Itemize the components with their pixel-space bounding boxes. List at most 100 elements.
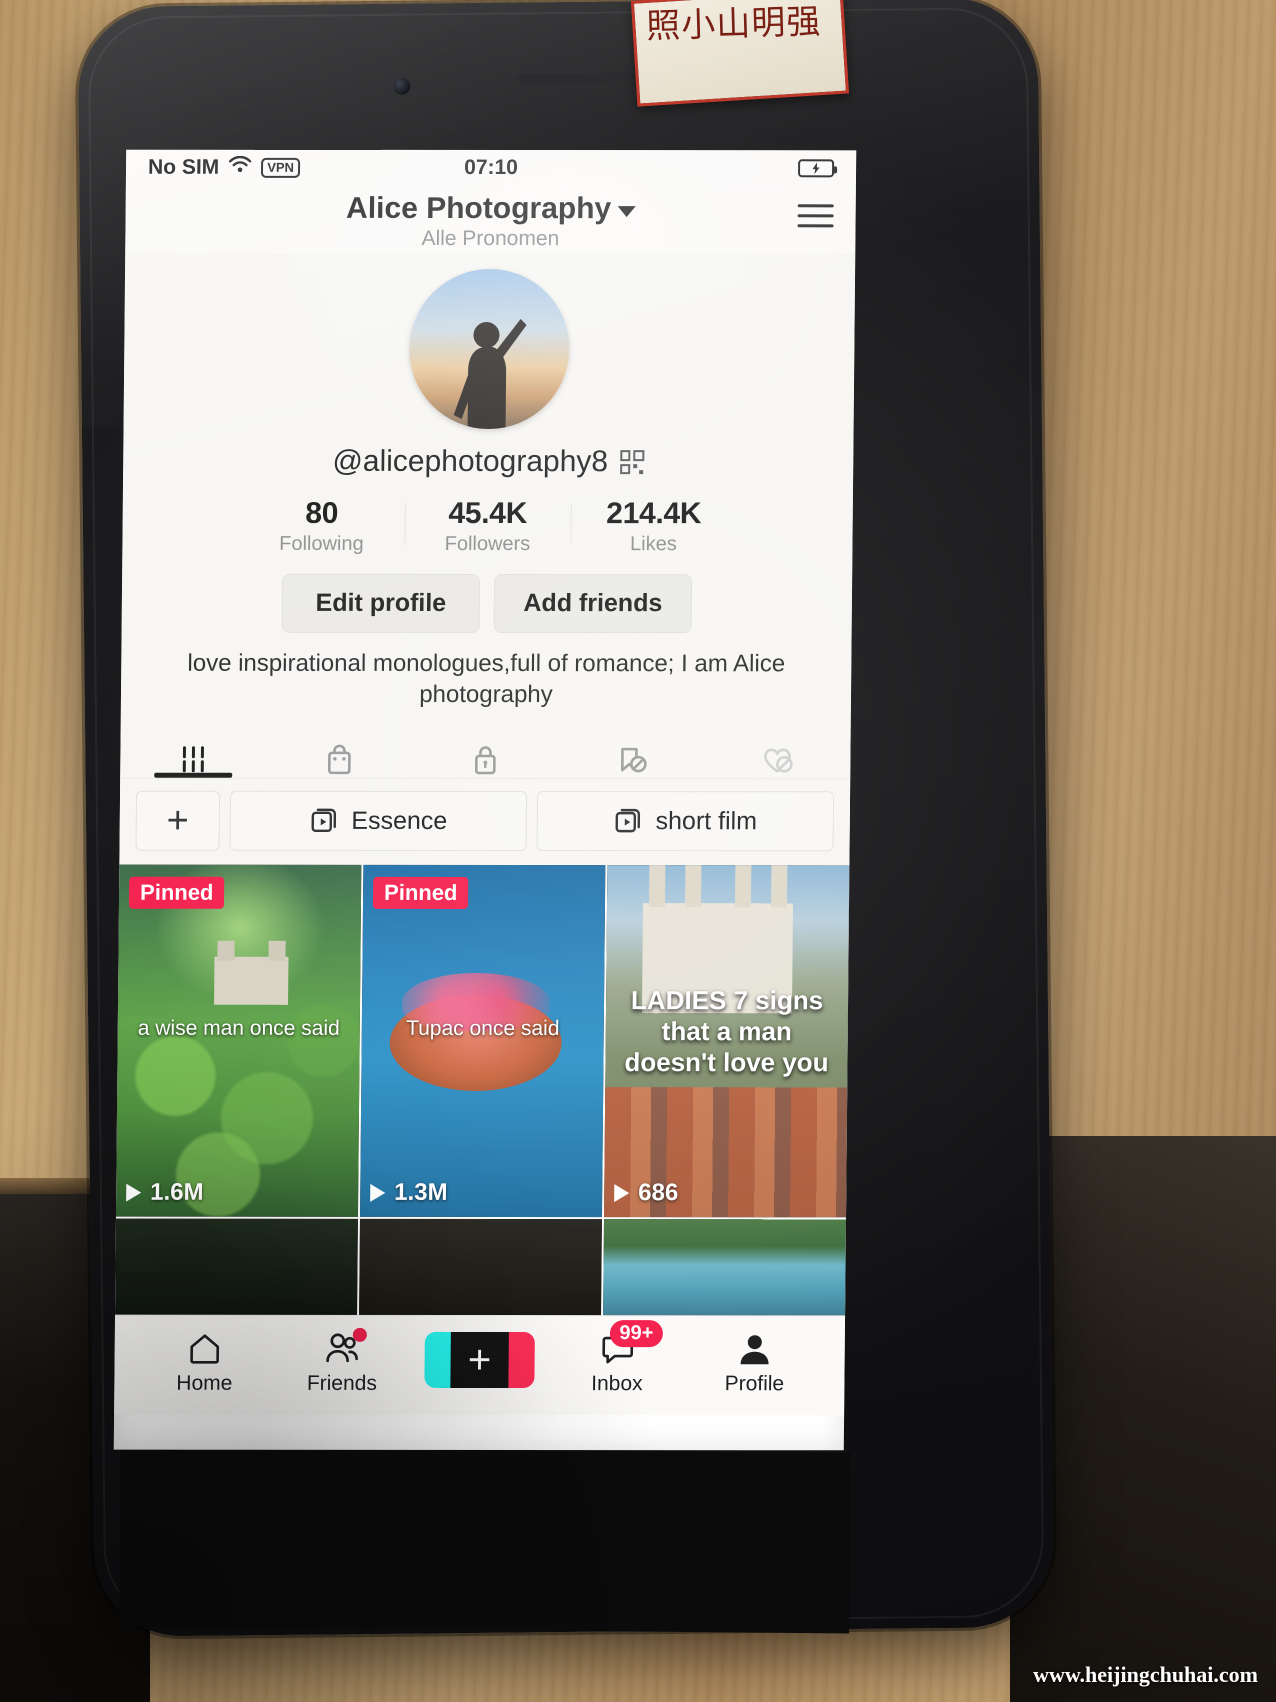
nav-item-home[interactable]: Home [140,1330,269,1396]
status-bar-left: No SIM VPN [147,155,301,180]
content-tabbar [120,732,851,780]
video-cell[interactable] [359,1219,602,1316]
playlist-short-film[interactable]: short film [536,791,835,852]
wifi-icon [228,155,252,180]
tab-active-underline [154,773,233,779]
header-title-wrap[interactable]: Alice Photography [125,192,855,227]
video-cell[interactable]: LADIES 7 signs that a man doesn't love y… [603,865,850,1218]
playlist-label: Essence [351,806,448,835]
stat-label: Likes [629,533,677,556]
play-icon [614,1184,630,1203]
front-camera [393,77,411,95]
nav-item-profile[interactable]: Profile [690,1331,819,1397]
status-bar-right [797,159,835,178]
username-handle[interactable]: @alicephotography8 [332,445,608,479]
video-views: 1.6M [126,1179,204,1207]
stat-label: Following [279,532,364,555]
play-icon [126,1184,142,1203]
shopping-bag-icon [327,745,351,775]
profile-icon [740,1335,769,1365]
nav-label: Inbox [591,1372,643,1396]
stat-value: 45.4K [448,496,528,531]
scene: 照小山明强 No SIM VPN 07:10 Alice Photography… [0,0,1276,1702]
battery-charging-icon [797,159,835,178]
nav-item-create[interactable]: + [415,1330,544,1389]
stat-following[interactable]: 80 Following [238,497,405,556]
chevron-down-icon[interactable] [617,206,636,218]
stats-row: 80 Following 45.4K Followers 214.4K Like… [122,497,853,557]
video-views: 686 [614,1180,678,1208]
video-cell[interactable]: Pinned a wise man once said 1.6M [115,865,362,1218]
hamburger-menu-icon[interactable] [797,204,834,228]
thumbnail-art [115,1219,358,1316]
view-count: 1.6M [150,1179,204,1207]
lock-icon [474,746,496,775]
stat-value: 80 [305,496,339,530]
video-caption: LADIES 7 signs that a man doesn't love y… [624,985,829,1078]
pronouns-label: Alle Pronomen [421,226,560,251]
notification-dot [352,1328,367,1343]
page-title-text: Alice Photography [345,191,612,226]
nav-label: Home [176,1372,233,1396]
avatar-silhouette [453,319,527,430]
profile-section: @alicephotography8 80 Following 45.4K Fo… [119,252,856,866]
watermark: www.heijingchuhai.com [1033,1662,1258,1687]
add-playlist-button[interactable]: + [135,791,221,852]
phone-screen: No SIM VPN 07:10 Alice Photography Alle … [113,149,857,1451]
playlist-icon [615,809,640,833]
video-caption: a wise man once said [137,1017,340,1041]
pinned-badge: Pinned [372,877,469,910]
tab-posts[interactable] [120,732,266,779]
stat-value: 214.4K [606,497,702,531]
video-cell[interactable] [115,1219,358,1316]
earpiece-speaker [518,73,637,84]
video-grid: Pinned a wise man once said 1.6M Pinned … [115,865,850,1316]
page-title[interactable]: Alice Photography [345,191,636,226]
app-header: Alice Photography Alle Pronomen [125,185,856,254]
vpn-indicator: VPN [261,157,301,178]
create-icon[interactable]: + [431,1332,528,1389]
stat-likes[interactable]: 214.4K Likes [570,497,737,556]
view-count: 686 [638,1179,679,1207]
view-count: 1.3M [394,1179,448,1207]
tab-private[interactable] [412,732,558,778]
video-cell[interactable] [603,1219,846,1316]
stat-label: Followers [444,532,531,556]
profile-bio: love inspirational monologues,full of ro… [187,649,786,708]
nav-item-friends[interactable]: Friends [278,1328,407,1396]
heart-slash-icon [764,748,793,773]
inbox-badge: 99+ [609,1320,664,1348]
nav-item-inbox[interactable]: 99+ Inbox [553,1320,682,1396]
nav-label: Profile [724,1372,785,1396]
sticker-text: 照小山明强 [645,1,822,47]
carrier-label: No SIM [147,155,220,179]
tab-saved[interactable] [558,733,704,779]
avatar-wrap [124,268,856,430]
bookmark-slash-icon [620,748,647,773]
nav-label: Friends [306,1372,378,1396]
handle-row: @alicephotography8 [123,445,853,480]
thumbnail-art [603,1219,846,1316]
tab-liked[interactable] [704,733,850,779]
edit-profile-button[interactable]: Edit profile [281,573,481,634]
video-views: 1.3M [370,1179,448,1207]
playlist-label: short film [655,807,758,836]
stat-followers[interactable]: 45.4K Followers [404,497,571,556]
playlist-icon [311,809,336,833]
video-caption: Tupac once said [406,1017,560,1041]
play-icon [370,1184,386,1203]
bottom-navigation: Home Friends + 99+ Inbox Profile [114,1315,846,1416]
qr-code-icon[interactable] [619,450,645,475]
grid-icon [182,746,204,773]
home-icon [190,1334,220,1365]
thumbnail-art [359,1219,602,1316]
phone-chin [119,1446,851,1634]
tab-shop[interactable] [266,732,412,778]
device-sticker: 照小山明强 [630,0,850,107]
add-friends-button[interactable]: Add friends [493,574,693,634]
status-bar: No SIM VPN 07:10 [125,149,857,187]
playlist-essence[interactable]: Essence [229,791,528,852]
avatar[interactable] [408,268,571,430]
video-cell[interactable]: Pinned Tupac once said 1.3M [359,865,606,1218]
pinned-badge: Pinned [128,877,225,910]
